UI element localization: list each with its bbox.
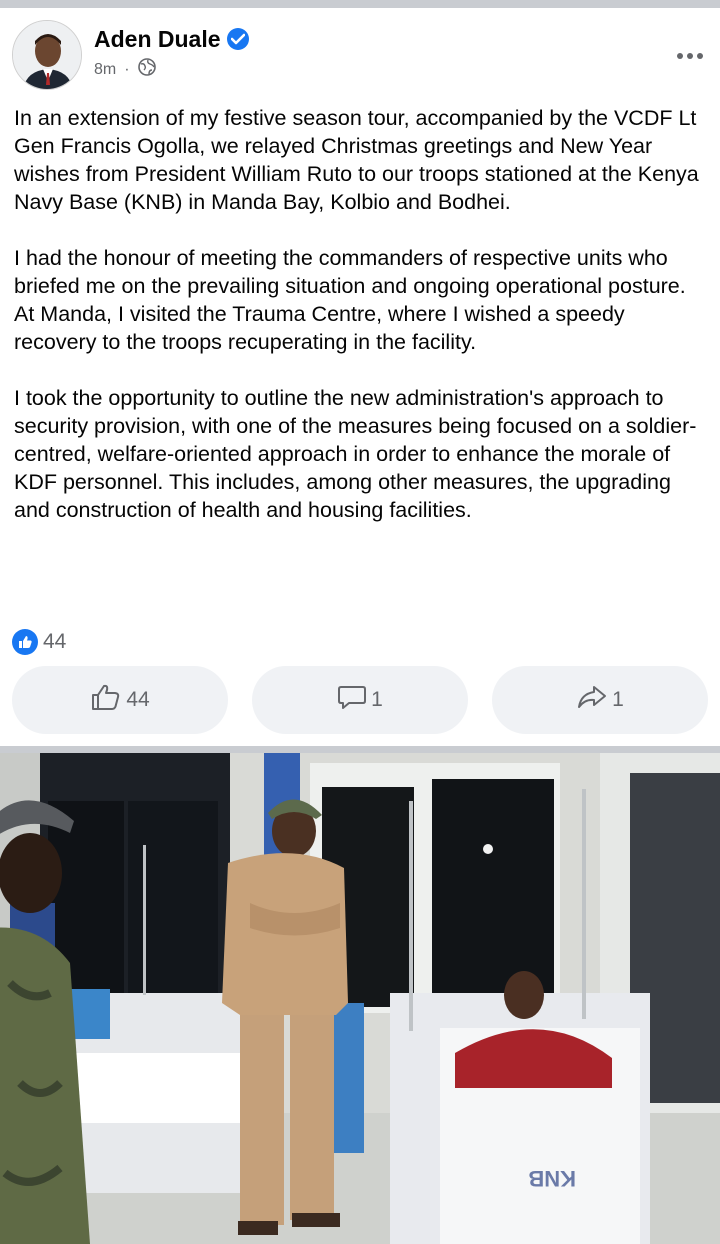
like-count: 44 [126, 688, 150, 711]
reaction-count: 44 [43, 630, 67, 653]
share-count: 1 [612, 688, 624, 711]
top-divider [0, 0, 720, 8]
meta-separator: · [124, 60, 130, 78]
author-name-text[interactable]: Aden Duale [94, 26, 221, 52]
verified-badge-icon [226, 28, 249, 50]
more-options-icon[interactable] [676, 40, 704, 66]
comment-icon [337, 683, 371, 717]
author-name[interactable]: Aden Duale [94, 26, 249, 53]
post-divider [0, 746, 720, 753]
post-time[interactable]: 8m [94, 61, 116, 79]
like-button[interactable]: 44 [12, 666, 228, 734]
post-paragraph: I had the honour of meeting the commande… [14, 246, 686, 354]
post-text: In an extension of my festive season tou… [14, 104, 706, 552]
comment-count: 1 [371, 688, 383, 711]
post-paragraph: I took the opportunity to outline the ne… [14, 386, 697, 522]
comment-button[interactable]: 1 [252, 666, 468, 734]
globe-icon [137, 58, 156, 81]
thumbs-up-icon [90, 683, 126, 717]
post-actions: 44 1 1 [12, 666, 708, 734]
author-avatar[interactable] [12, 20, 82, 90]
share-icon [576, 683, 612, 717]
post-meta: 8m · [94, 58, 156, 81]
post-header: Aden Duale 8m · [0, 8, 720, 98]
bed-sheet-text: KNB [528, 1166, 576, 1191]
share-button[interactable]: 1 [492, 666, 708, 734]
post-photo[interactable]: KNB [0, 753, 720, 1244]
like-reaction-icon [12, 629, 38, 655]
reaction-summary[interactable]: 44 [12, 628, 66, 656]
post-paragraph: In an extension of my festive season tou… [14, 106, 699, 214]
